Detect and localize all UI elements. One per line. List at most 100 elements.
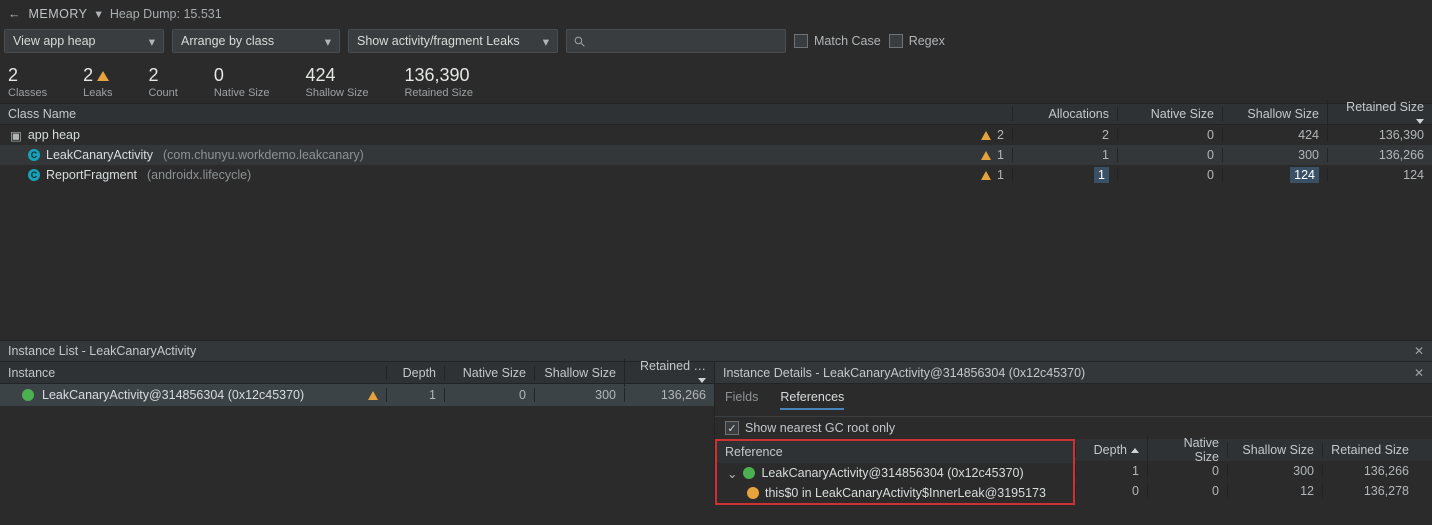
heap-dump-label: Heap Dump: 15.531 xyxy=(110,7,222,21)
cell-shallow: 124 xyxy=(1222,168,1327,182)
col-shallow[interactable]: Shallow Size xyxy=(1222,107,1327,121)
instance-icon xyxy=(22,389,34,401)
col-classname[interactable]: Class Name xyxy=(0,107,1012,121)
chevron-down-icon[interactable]: ▾ xyxy=(96,6,102,21)
gc-root-checkbox[interactable]: ✓ xyxy=(725,421,739,435)
stat-count: 2 Count xyxy=(148,65,177,99)
col-alloc[interactable]: Allocations xyxy=(1012,107,1117,121)
search-icon xyxy=(573,35,586,48)
col-reference[interactable]: Reference xyxy=(717,445,1073,459)
reference-tree: Reference ⌄ LeakCanaryActivity@314856304… xyxy=(715,439,1075,505)
match-case-label: Match Case xyxy=(814,34,881,48)
cell-depth: 0 xyxy=(1075,484,1147,498)
class-icon: C xyxy=(28,149,40,161)
folder-icon: ▣ xyxy=(10,128,22,143)
cell-native: 0 xyxy=(1147,464,1227,478)
back-icon[interactable]: ← xyxy=(8,7,21,21)
sort-asc-icon xyxy=(1131,448,1139,453)
instance-details-panel: Instance Details - LeakCanaryActivity@31… xyxy=(715,362,1432,505)
col-retained[interactable]: Retained … xyxy=(624,359,714,387)
col-native[interactable]: Native Size xyxy=(1147,436,1227,464)
warning-icon xyxy=(97,71,109,81)
cell-retained: 136,278 xyxy=(1322,484,1417,498)
table-row[interactable]: 0 0 12 136,278 xyxy=(1075,481,1432,501)
stat-value: 424 xyxy=(305,65,335,86)
list-item[interactable]: LeakCanaryActivity@314856304 (0x12c45370… xyxy=(0,384,714,406)
col-native[interactable]: Native Size xyxy=(444,366,534,380)
instance-list-title: Instance List - LeakCanaryActivity xyxy=(8,344,196,358)
stat-classes: 2 Classes xyxy=(8,65,47,99)
col-retained[interactable]: Retained Size xyxy=(1327,100,1432,128)
cell-retained: 136,266 xyxy=(1322,464,1417,478)
stat-label: Leaks xyxy=(83,87,112,99)
col-depth[interactable]: Depth xyxy=(386,366,444,380)
instance-details-title: Instance Details - LeakCanaryActivity@31… xyxy=(723,366,1085,380)
classname: LeakCanaryActivity xyxy=(46,148,153,162)
cell-alloc: 1 xyxy=(1012,148,1117,162)
sort-desc-icon xyxy=(1416,119,1424,124)
reference-name: this$0 in LeakCanaryActivity$InnerLeak@3… xyxy=(765,486,1046,500)
warning-icon xyxy=(368,391,378,400)
table-row[interactable]: C LeakCanaryActivity (com.chunyu.workdem… xyxy=(0,145,1432,165)
view-heap-dropdown[interactable]: View app heap ▾ xyxy=(4,29,164,53)
col-retained[interactable]: Retained Size xyxy=(1322,443,1417,457)
stat-shallow: 424 Shallow Size xyxy=(305,65,368,99)
arrange-dropdown[interactable]: Arrange by class ▾ xyxy=(172,29,340,53)
instance-list-panel: Instance Depth Native Size Shallow Size … xyxy=(0,362,715,505)
table-row[interactable]: 1 0 300 136,266 xyxy=(1075,461,1432,481)
match-case-checkbox[interactable]: Match Case xyxy=(794,34,881,48)
col-shallow[interactable]: Shallow Size xyxy=(534,366,624,380)
cell-retained: 124 xyxy=(1327,168,1432,182)
checkbox-icon xyxy=(794,34,808,48)
package: (com.chunyu.workdemo.leakcanary) xyxy=(163,148,364,162)
checkbox-icon xyxy=(889,34,903,48)
warn-count: 1 xyxy=(997,168,1004,182)
class-icon: C xyxy=(28,169,40,181)
dropdown-label: Arrange by class xyxy=(181,34,274,48)
stat-value: 2 xyxy=(83,65,93,86)
chevron-down-icon: ▾ xyxy=(325,34,331,49)
dropdown-label: Show activity/fragment Leaks xyxy=(357,34,520,48)
table-row[interactable]: C ReportFragment (androidx.lifecycle) 1 … xyxy=(0,165,1432,185)
cell-native: 0 xyxy=(1117,128,1222,142)
warning-icon xyxy=(981,171,991,180)
tab-references[interactable]: References xyxy=(780,390,844,410)
col-instance[interactable]: Instance xyxy=(0,366,386,380)
col-shallow[interactable]: Shallow Size xyxy=(1227,443,1322,457)
cell-shallow: 300 xyxy=(534,388,624,402)
stat-leaks: 2 Leaks xyxy=(83,65,112,99)
cell-native: 0 xyxy=(444,388,534,402)
stat-label: Retained Size xyxy=(404,87,473,99)
chevron-down-icon: ▾ xyxy=(543,34,549,49)
table-row[interactable]: ▣ app heap 2 2 0 424 136,390 xyxy=(0,125,1432,145)
warn-count: 2 xyxy=(997,128,1004,142)
class-table-header: Class Name Allocations Native Size Shall… xyxy=(0,103,1432,125)
cell-retained: 136,390 xyxy=(1327,128,1432,142)
cell-shallow: 424 xyxy=(1222,128,1327,142)
reference-row[interactable]: this$0 in LeakCanaryActivity$InnerLeak@3… xyxy=(717,483,1073,503)
reference-row[interactable]: ⌄ LeakCanaryActivity@314856304 (0x12c453… xyxy=(717,463,1073,483)
regex-checkbox[interactable]: Regex xyxy=(889,34,945,48)
chevron-down-icon[interactable]: ⌄ xyxy=(727,466,737,481)
search-input-wrap[interactable] xyxy=(566,29,786,53)
stat-label: Native Size xyxy=(214,87,270,99)
stat-value: 136,390 xyxy=(404,65,469,86)
search-input[interactable] xyxy=(592,34,779,49)
cell-native: 0 xyxy=(1117,148,1222,162)
chevron-down-icon: ▾ xyxy=(149,34,155,49)
col-native[interactable]: Native Size xyxy=(1117,107,1222,121)
show-leaks-dropdown[interactable]: Show activity/fragment Leaks ▾ xyxy=(348,29,558,53)
regex-label: Regex xyxy=(909,34,945,48)
stat-value: 0 xyxy=(214,65,224,86)
stat-label: Shallow Size xyxy=(305,87,368,99)
stat-label: Classes xyxy=(8,87,47,99)
stat-retained: 136,390 Retained Size xyxy=(404,65,473,99)
cell-shallow: 12 xyxy=(1227,484,1322,498)
close-icon[interactable]: ✕ xyxy=(1414,366,1424,380)
close-icon[interactable]: ✕ xyxy=(1414,344,1424,358)
cell-depth: 1 xyxy=(1075,464,1147,478)
cell-depth: 1 xyxy=(386,388,444,402)
tab-fields[interactable]: Fields xyxy=(725,390,758,410)
classname: app heap xyxy=(28,128,80,142)
col-depth[interactable]: Depth xyxy=(1075,443,1147,457)
